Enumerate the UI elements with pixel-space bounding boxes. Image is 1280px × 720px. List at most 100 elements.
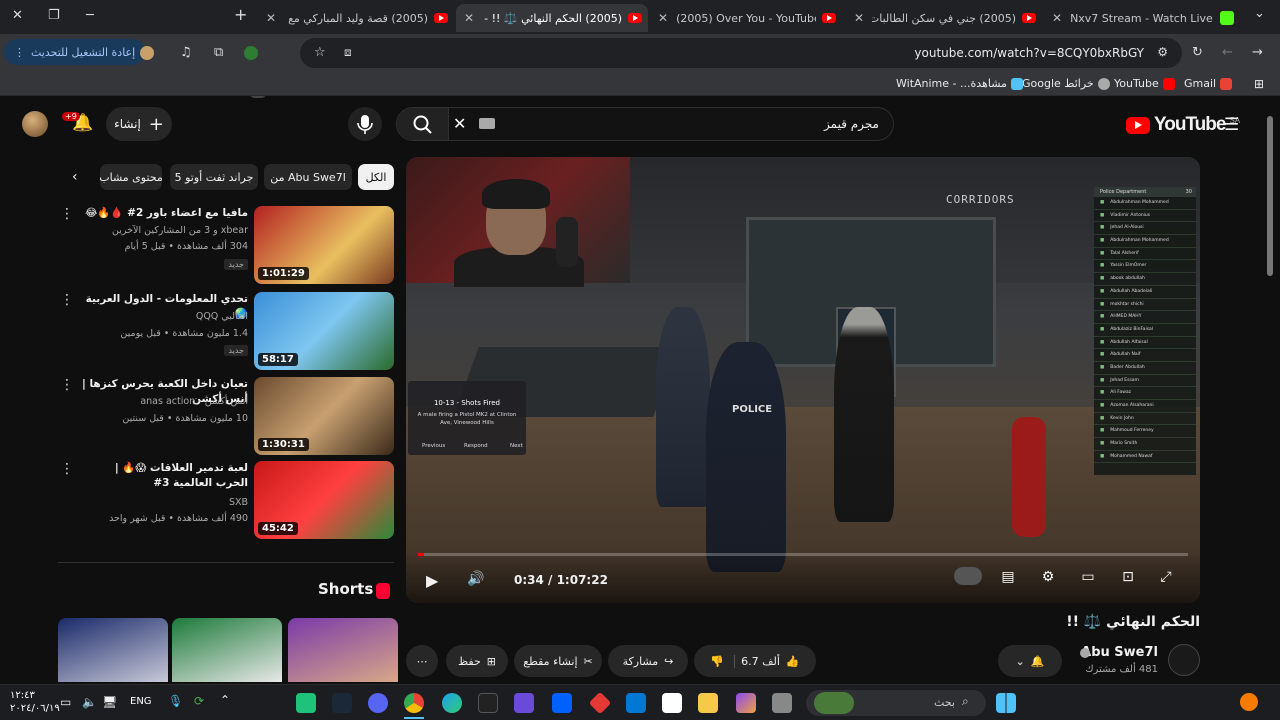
profile-avatar[interactable] — [140, 46, 154, 60]
short-thumbnail[interactable] — [172, 618, 282, 682]
close-tab-icon[interactable]: ✕ — [854, 11, 864, 25]
youtube-logo[interactable]: YouTube SA — [1126, 114, 1240, 136]
back-icon[interactable]: → — [1252, 45, 1263, 60]
close-tab-icon[interactable]: ✕ — [658, 11, 668, 25]
account-avatar[interactable] — [22, 111, 48, 137]
chip-all[interactable]: الكل — [358, 164, 394, 190]
video-title[interactable]: مافيا مع اعضاء باور 2# 🩸🔥😂 — [80, 206, 248, 221]
bookmark-gmail[interactable]: Gmail — [1184, 77, 1233, 90]
theater-mode-icon[interactable]: ▭ — [1076, 569, 1100, 587]
taskbar-app-icon[interactable] — [478, 693, 498, 713]
chrome-icon[interactable] — [404, 693, 424, 713]
subscribe-notifications-button[interactable]: ⌄ 🔔 — [998, 645, 1062, 677]
channel-name[interactable]: SXB — [78, 497, 248, 508]
apps-grid-icon[interactable]: ⊞ — [1254, 77, 1264, 91]
windows-start-icon[interactable] — [996, 693, 1016, 713]
video-thumbnail[interactable]: 1:30:31 — [254, 377, 394, 455]
share-button[interactable]: مشاركة ↪ — [608, 645, 688, 677]
reload-icon[interactable]: ↻ — [1192, 45, 1203, 60]
channel-name[interactable]: xbear و 3 من المشاركين الآخرين — [78, 225, 248, 236]
extension-icon[interactable] — [244, 46, 258, 60]
more-options-icon[interactable]: ⋮ — [60, 292, 74, 308]
scrollbar-thumb[interactable] — [1267, 116, 1273, 276]
bookmark-witanime[interactable]: مشاهدة... - WitAnime — [896, 77, 1023, 90]
tab-3[interactable]: ✕ (2005) Over You - YouTube — [650, 4, 842, 32]
new-tab-button[interactable]: + — [234, 5, 247, 24]
discord-icon[interactable] — [368, 693, 388, 713]
tab-2[interactable]: ✕ (2005) جني في سكن الطالبات | — [846, 4, 1042, 32]
more-options-icon[interactable]: ⋮ — [60, 377, 74, 393]
clear-search-icon[interactable]: ✕ — [453, 114, 466, 133]
chip-from-channel[interactable]: من Abu Swe7l — [264, 164, 352, 190]
site-settings-icon[interactable]: ⚙ — [1157, 45, 1168, 59]
taskbar-app-icon[interactable] — [588, 691, 612, 715]
clip-button[interactable]: إنشاء مقطع ✂ — [514, 645, 602, 677]
progress-bar[interactable] — [418, 553, 1188, 556]
mic-tray-icon[interactable]: 🎙 — [168, 694, 183, 708]
bookmark-maps[interactable]: Google خرائط — [1022, 77, 1110, 90]
more-options-icon[interactable]: ⋮ — [60, 206, 74, 222]
channel-name[interactable]: Abu Swe7l — [1081, 645, 1158, 660]
close-tab-icon[interactable]: ✕ — [266, 11, 276, 25]
update-button[interactable]: ⋮ إعادة التشغيل للتحديث — [4, 39, 146, 65]
short-thumbnail[interactable] — [58, 618, 168, 682]
volume-icon[interactable]: 🔊 — [464, 571, 488, 589]
channel-name[interactable]: أنس أكشن - anas action — [78, 396, 248, 407]
extensions-icon[interactable]: ⧉ — [214, 45, 223, 60]
subtitles-icon[interactable]: ▤ — [996, 569, 1020, 587]
steam-icon[interactable] — [332, 693, 352, 713]
more-actions-button[interactable]: ⋯ — [406, 645, 438, 677]
dislike-icon[interactable]: 👎 — [710, 654, 736, 668]
create-button[interactable]: إنشاء + — [106, 107, 172, 141]
guide-menu-icon[interactable]: ☰ — [1224, 115, 1239, 135]
mail-icon[interactable] — [626, 693, 646, 713]
more-options-icon[interactable]: ⋮ — [60, 461, 74, 477]
video-player[interactable]: CORRIDORS POLICE 10-13 - Shots Fired A m… — [406, 157, 1200, 603]
show-hidden-icons-icon[interactable]: ⌃ — [220, 693, 230, 707]
task-view-icon[interactable] — [772, 693, 792, 713]
video-thumbnail[interactable]: 58:17 — [254, 292, 394, 370]
tab-search-icon[interactable]: ⌄ — [1254, 6, 1265, 21]
cast-icon[interactable]: ⊡ — [1116, 569, 1140, 587]
search-input[interactable]: مجرم قيمز — [824, 117, 879, 131]
media-icon[interactable]: ♫ — [180, 45, 192, 60]
play-icon[interactable]: ▶ — [426, 571, 438, 590]
taskbar-search-box[interactable]: بحث ⌕ — [806, 690, 986, 716]
install-app-icon[interactable]: ⧈ — [344, 45, 352, 60]
chip-similar[interactable]: محتوى مشاب — [100, 164, 162, 190]
bookmark-star-icon[interactable]: ☆ — [314, 45, 326, 60]
tab-5[interactable]: ✕ (2005) قصة وليد المباركي مع داد — [258, 4, 454, 32]
tab-1[interactable]: ✕ Nxv7 Stream - Watch Live on Ki — [1044, 4, 1240, 32]
copilot-icon[interactable] — [736, 693, 756, 713]
url-text[interactable]: youtube.com/watch?v=8CQY0bxRbGY — [914, 46, 1144, 60]
weather-icon[interactable] — [1240, 693, 1258, 711]
save-button[interactable]: حفظ ⊞ — [446, 645, 508, 677]
video-thumbnail[interactable]: 45:42 — [254, 461, 394, 539]
recommendation-1[interactable]: 1:01:29 مافيا مع اعضاء باور 2# 🩸🔥😂 xbear… — [60, 206, 396, 286]
omnibox[interactable]: ☆ ⧈ youtube.com/watch?v=8CQY0bxRbGY ⚙ — [300, 38, 1182, 68]
video-thumbnail[interactable]: 1:01:29 — [254, 206, 394, 284]
language-indicator[interactable]: ENG — [130, 696, 152, 707]
voice-search-button[interactable] — [348, 107, 382, 141]
store-icon[interactable] — [662, 693, 682, 713]
taskbar-app-icon[interactable] — [296, 693, 316, 713]
minimize-window-icon[interactable]: ─ — [86, 8, 94, 23]
restore-window-icon[interactable]: ❐ — [48, 8, 60, 23]
recommendation-3[interactable]: 1:30:31 تعيان داخل الكعبة يحرس كنزها | أ… — [60, 377, 396, 457]
recommendation-4[interactable]: 45:42 لعبة تدمير العلاقات 😱🔥 | الحرب الع… — [60, 461, 396, 541]
search-box[interactable]: ✕ مجرم قيمز — [396, 107, 894, 141]
file-explorer-icon[interactable] — [698, 693, 718, 713]
speaker-icon[interactable]: 🔈 — [82, 695, 97, 709]
tab-active[interactable]: ✕ (2005) الحكم النهائي ⚖️ !! - Tube — [456, 4, 648, 32]
chips-scroll-left-icon[interactable]: ‹ — [72, 169, 78, 185]
short-thumbnail[interactable] — [288, 618, 398, 682]
search-button[interactable] — [397, 108, 449, 140]
taskbar-app-icon[interactable] — [514, 693, 534, 713]
fullscreen-icon[interactable]: ⤢ — [1154, 569, 1178, 587]
channel-avatar[interactable] — [1168, 644, 1200, 676]
page-scrollbar[interactable] — [1266, 100, 1274, 684]
keyboard-icon[interactable] — [479, 118, 495, 129]
channel-name[interactable]: الغالبي QQQ — [78, 311, 248, 322]
video-title[interactable]: لعبة تدمير العلاقات 😱🔥 | الحرب العالمية … — [80, 461, 248, 491]
chip-gta5[interactable]: جراند ثفت أوتو 5 — [170, 164, 258, 190]
